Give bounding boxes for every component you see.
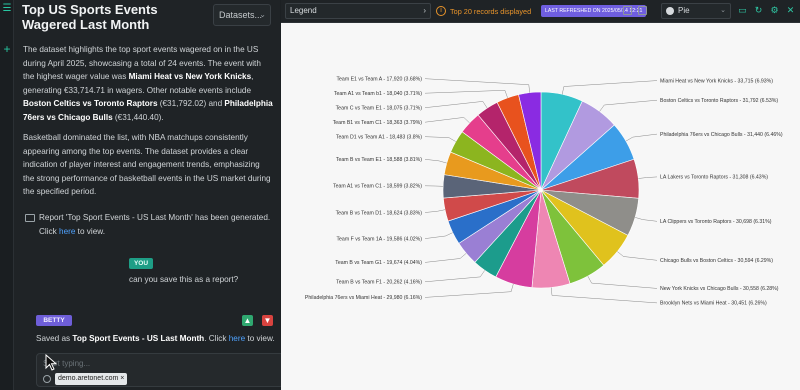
slice-label: Team E1 vs Team A - 17,920 (3.68%) [336,77,422,83]
legend-label: Legend [290,6,317,15]
slice-label: New York Knicks vs Chicago Bulls - 30,55… [660,286,779,292]
label-leader-line [587,275,658,289]
label-leader-line [599,99,658,112]
slice-label: Team C vs Team E1 - 18,075 (3.71%) [336,106,423,112]
thumbs-down-icon[interactable]: ▼ [262,315,273,326]
thumbs-up-icon[interactable]: ▲ [242,315,253,326]
menu-icon[interactable]: ☰ [2,4,12,14]
pie-chart: Miami Heat vs New York Knicks - 33,715 (… [305,77,783,307]
label-leader-line [424,209,446,213]
label-leader-line [638,176,658,179]
slice-label: Team B vs Team D1 - 18,624 (3.83%) [336,210,423,216]
chevron-down-icon: ⌄ [259,10,266,19]
summary-highlight: Miami Heat vs New York Knicks [128,72,252,82]
chevron-down-icon: ⌄ [720,7,726,14]
chat-input[interactable] [43,357,273,369]
chart-toolbar: Legend › i Top 20 records displayed LAST… [281,0,800,23]
slice-label: Chicago Bulls vs Boston Celtics - 30,594… [660,258,773,264]
chat-input-box[interactable]: demo.aretonet.com × [36,353,284,387]
records-displayed-text: Top 20 records displayed [450,7,532,16]
source-chip[interactable]: demo.aretonet.com × [55,373,128,385]
chat-title: Top US Sports Events Wagered Last Month [22,2,158,32]
betty-badge: BETTY [36,315,72,326]
saved-text: . Click [204,334,229,343]
user-message: can you save this as a report? [129,275,239,284]
label-leader-line [424,90,508,98]
refresh-icon[interactable]: ↻ [753,5,764,16]
chart-type-dropdown[interactable]: Pie ⌄ [661,3,731,19]
label-leader-line [424,283,514,298]
mouse-cursor-icon [45,354,58,371]
label-leader-line [424,185,444,187]
slice-label: LA Lakers vs Toronto Raptors - 31,308 (6… [660,175,768,181]
saved-report-link[interactable]: here [229,334,245,343]
slice-label: Brooklyn Nets vs Miami Heat - 30,451 (6.… [660,301,767,307]
label-leader-line [561,80,658,95]
chat-panel: Top US Sports Events Wagered Last Month … [14,0,284,390]
saved-text: Saved as [36,334,73,343]
label-leader-line [424,117,470,124]
left-rail: ☰ + [0,0,14,390]
chart-type-label: Pie [678,6,690,15]
saved-report-name: Top Sport Events - US Last Month [72,334,205,343]
table-icon[interactable] [638,6,647,15]
label-leader-line [424,78,530,93]
saved-text: to view. [245,334,275,343]
app-window: ☰ + Top US Sports Events Wagered Last Mo… [0,0,800,390]
label-leader-line [424,232,453,239]
label-leader-line [424,136,456,142]
slice-label: Team B1 vs Team C1 - 18,363 (3.79%) [333,120,423,126]
report-text: to view. [75,226,105,236]
label-leader-line [635,217,658,222]
slice-label: Team B vs Team G1 - 19,674 (4.04%) [335,260,422,266]
label-leader-line [617,251,658,261]
slice-label: Team B vs Team F1 - 20,262 (4.16%) [336,280,422,286]
slice-label: Team D1 vs Team A1 - 18,483 (3.8%) [336,135,422,141]
datasets-dropdown-label: Datasets... [219,10,263,20]
you-badge: YOU [129,258,153,269]
label-leader-line [424,159,447,164]
slice-label: Team A1 vs Team b1 - 18,040 (3.71%) [334,91,422,97]
summary-text: (€31,440.40). [112,112,164,122]
summary-text: (€31,792.02) and [157,99,225,109]
assistant-analysis-paragraph: Basketball dominated the list, with NBA … [23,133,271,197]
label-leader-line [550,287,658,304]
slice-label: Team A1 vs Team C1 - 18,599 (3.82%) [333,184,422,190]
slice-label: Team B vs Team E1 - 18,588 (3.81%) [336,157,422,163]
slice-label: Boston Celtics vs Toronto Raptors - 31,7… [660,98,778,104]
report-link[interactable]: here [59,227,75,236]
summary-highlight: Boston Celtics vs Toronto Raptors [23,99,158,109]
legend-dropdown[interactable]: Legend › [285,3,431,19]
slice-label: Team F vs Team 1A - 19,586 (4.02%) [336,236,422,242]
label-leader-line [424,270,486,283]
globe-icon [43,375,51,383]
pie-chart-icon [666,7,674,15]
slice-label: Miami Heat vs New York Knicks - 33,715 (… [660,78,773,84]
saved-report-message: Saved as Top Sport Events - US Last Mont… [36,334,275,343]
datasets-dropdown[interactable]: Datasets... ⌄ [213,4,271,26]
assistant-summary-paragraph: The dataset highlights the top sport eve… [23,43,273,125]
label-leader-line [424,253,467,263]
plus-icon[interactable]: + [2,43,12,55]
settings-icon[interactable]: ⚙ [769,5,780,16]
database-icon[interactable] [623,6,632,15]
chart-panel: Legend › i Top 20 records displayed LAST… [281,0,800,390]
slice-label: Philadelphia 76ers vs Chicago Bulls - 31… [660,132,783,138]
info-icon[interactable]: i [436,6,446,16]
close-icon[interactable]: ✕ [785,5,796,16]
label-leader-line [625,133,658,142]
bookmark-icon[interactable]: ▭ [737,5,748,16]
slice-label: Philadelphia 76ers vs Miami Heat - 29,98… [305,295,422,301]
slice-label: LA Clippers vs Toronto Raptors - 30,698 … [660,219,772,225]
report-icon [25,214,35,222]
label-leader-line [424,101,488,109]
chevron-right-icon: › [423,6,426,15]
report-generated-message: Report 'Top Sport Events - US Last Month… [39,211,271,238]
